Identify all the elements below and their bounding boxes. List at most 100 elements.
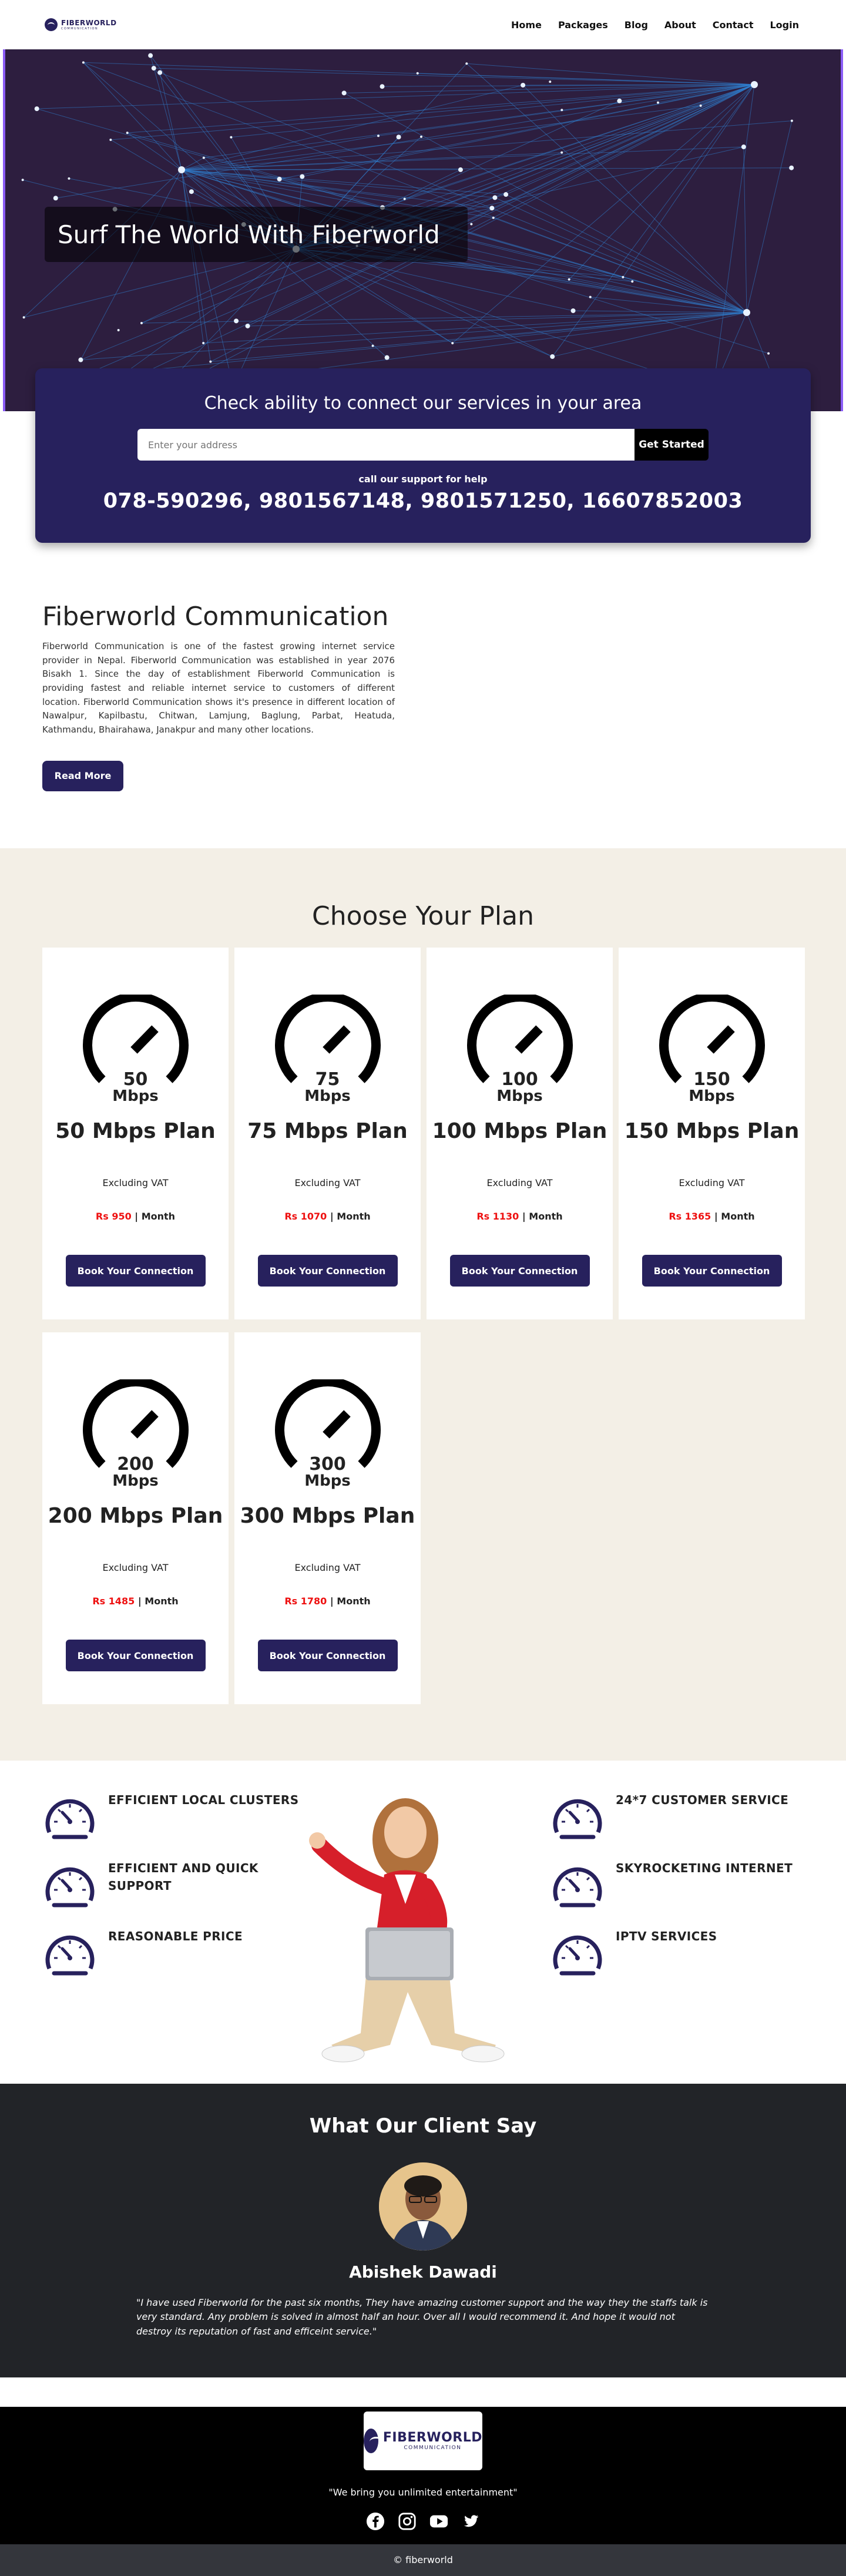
plan-price: Rs 1485 | Month xyxy=(42,1596,229,1607)
nav-login[interactable]: Login xyxy=(770,19,799,31)
plan-card: 100Mbps100 Mbps PlanExcluding VATRs 1130… xyxy=(427,948,613,1319)
plan-speed-unit: Mbps xyxy=(234,1472,421,1490)
plan-vat-note: Excluding VAT xyxy=(42,1562,229,1573)
book-connection-button[interactable]: Book Your Connection xyxy=(66,1640,206,1671)
speedometer-icon xyxy=(550,1857,605,1907)
plan-speed-value: 100 xyxy=(464,1071,576,1089)
hero-banner: Surf The World With Fiberworld xyxy=(3,49,843,411)
nav-home[interactable]: Home xyxy=(511,19,542,31)
speedometer-icon: 300 xyxy=(272,1379,384,1473)
testimonial-title: What Our Client Say xyxy=(0,2114,846,2138)
plan-speed-unit: Mbps xyxy=(42,1472,229,1490)
plan-price-period: Month xyxy=(337,1596,370,1607)
speedometer-icon: 75 xyxy=(272,995,384,1089)
plan-speed-unit: Mbps xyxy=(234,1087,421,1105)
plans-grid: 50Mbps50 Mbps PlanExcluding VATRs 950 | … xyxy=(42,948,804,1704)
plan-card: 300Mbps 300 Mbps Plan Excluding VAT Rs 1780… xyxy=(234,1332,421,1704)
nav-packages[interactable]: Packages xyxy=(558,19,608,31)
plan-price: Rs 950 | Month xyxy=(42,1211,229,1222)
globe-icon xyxy=(364,2429,378,2453)
plan-price-period: Month xyxy=(337,1211,370,1222)
support-label: call our support for help xyxy=(35,473,811,485)
plan-price-period: Month xyxy=(142,1211,175,1222)
plan-vat-note: Excluding VAT xyxy=(42,1177,229,1188)
plan-name: 75 Mbps Plan xyxy=(234,1119,421,1143)
footer-logo[interactable]: FIBERWORLD COMMUNICATION xyxy=(364,2412,482,2470)
plan-price-amount: Rs 1365 xyxy=(669,1211,711,1222)
plan-price: Rs 1130 | Month xyxy=(427,1211,613,1222)
client-photo xyxy=(379,2162,467,2251)
plan-vat-note: Excluding VAT xyxy=(234,1177,421,1188)
feature-reasonable-price: REASONABLE PRICE xyxy=(42,1925,284,1976)
speedometer-icon xyxy=(42,1789,98,1839)
book-connection-button[interactable]: Book Your Connection xyxy=(642,1255,782,1287)
speedometer-icon: 150 xyxy=(656,995,768,1089)
address-input[interactable] xyxy=(137,429,634,461)
globe-icon xyxy=(45,18,58,31)
about-title: Fiberworld Communication xyxy=(42,602,804,632)
plan-speed-unit: Mbps xyxy=(42,1087,229,1105)
plan-price-amount: Rs 1485 xyxy=(92,1596,135,1607)
plan-name: 100 Mbps Plan xyxy=(427,1119,613,1143)
plan-card: 200Mbps 200 Mbps Plan Excluding VAT Rs 1485… xyxy=(42,1332,229,1704)
twitter-icon[interactable] xyxy=(461,2512,481,2531)
address-form: Get Started xyxy=(35,429,811,461)
plan-vat-note: Excluding VAT xyxy=(234,1562,421,1573)
features-section: EFFICIENT LOCAL CLUSTERS EFFICIENT AND Q… xyxy=(0,1761,846,2084)
footer: FIBERWORLD COMMUNICATION "We bring you u… xyxy=(0,2407,846,2544)
plan-price: Rs 1780 | Month xyxy=(234,1596,421,1607)
about-section: Fiberworld Communication Fiberworld Comm… xyxy=(0,543,846,848)
plan-price-amount: Rs 950 xyxy=(96,1211,132,1222)
speedometer-icon xyxy=(42,1925,98,1976)
plan-vat-note: Excluding VAT xyxy=(619,1177,805,1188)
social-links xyxy=(0,2512,846,2531)
plans-title: Choose Your Plan xyxy=(42,901,804,931)
plan-price: Rs 1365 | Month xyxy=(619,1211,805,1222)
facebook-icon[interactable] xyxy=(365,2512,385,2531)
brand-logo[interactable]: FIBERWORLD COMMUNICATION xyxy=(45,18,117,31)
plan-card: 50Mbps 50 Mbps Plan Excluding VAT Rs 950 | … xyxy=(42,948,229,1319)
plan-price-period: Month xyxy=(145,1596,178,1607)
testimonial-section: What Our Client Say Abishek Dawadi "I ha… xyxy=(0,2084,846,2377)
plan-card: 150Mbps150 Mbps PlanExcluding VATRs 1365… xyxy=(619,948,805,1319)
footer-tagline: "We bring you unlimited entertainment" xyxy=(0,2487,846,2498)
plans-section: Choose Your Plan 50Mbps50 Mbps PlanExclu… xyxy=(0,848,846,1761)
woman-with-laptop-image xyxy=(296,1786,525,2068)
nav-contact[interactable]: Contact xyxy=(713,19,754,31)
copyright: © fiberworld xyxy=(0,2544,846,2576)
plan-vat-note: Excluding VAT xyxy=(427,1177,613,1188)
plan-card: 75Mbps75 Mbps PlanExcluding VATRs 1070 |… xyxy=(234,948,421,1319)
plan-price-period: Month xyxy=(721,1211,754,1222)
feature-skyrocketing-internet: SKYROCKETING INTERNET xyxy=(550,1857,810,1907)
speedometer-icon: 100 xyxy=(464,995,576,1089)
plan-name: 300 Mbps Plan xyxy=(234,1504,421,1528)
read-more-button[interactable]: Read More xyxy=(42,761,123,791)
navbar: FIBERWORLD COMMUNICATION Home Packages B… xyxy=(0,0,846,49)
feature-quick-support: EFFICIENT AND QUICK SUPPORT xyxy=(42,1857,267,1907)
plan-speed-value: 300 xyxy=(272,1456,384,1473)
speedometer-icon xyxy=(42,1857,98,1907)
hero-title: Surf The World With Fiberworld xyxy=(45,207,468,262)
about-text: Fiberworld Communication is one of the f… xyxy=(42,640,395,737)
speedometer-icon xyxy=(550,1925,605,1976)
plan-speed-value: 50 xyxy=(80,1071,192,1089)
book-connection-button[interactable]: Book Your Connection xyxy=(258,1255,398,1287)
get-started-button[interactable]: Get Started xyxy=(634,429,709,461)
book-connection-button[interactable]: Book Your Connection xyxy=(66,1255,206,1287)
instagram-icon[interactable] xyxy=(397,2512,417,2531)
youtube-icon[interactable] xyxy=(429,2512,449,2531)
plan-speed-value: 150 xyxy=(656,1071,768,1089)
nav-about[interactable]: About xyxy=(664,19,696,31)
plan-speed-value: 200 xyxy=(80,1456,192,1473)
plan-price-amount: Rs 1780 xyxy=(284,1596,327,1607)
book-connection-button[interactable]: Book Your Connection xyxy=(258,1640,398,1671)
plan-price-amount: Rs 1070 xyxy=(284,1211,327,1222)
plan-name: 200 Mbps Plan xyxy=(42,1504,229,1528)
support-phones: 078-590296, 9801567148, 9801571250, 1660… xyxy=(35,489,811,513)
plan-name: 50 Mbps Plan xyxy=(42,1119,229,1143)
nav-blog[interactable]: Blog xyxy=(625,19,648,31)
book-connection-button[interactable]: Book Your Connection xyxy=(450,1255,590,1287)
speedometer-icon xyxy=(550,1789,605,1839)
plan-name: 150 Mbps Plan xyxy=(619,1119,805,1143)
client-quote: "I have used Fiberworld for the past six… xyxy=(136,2296,710,2339)
